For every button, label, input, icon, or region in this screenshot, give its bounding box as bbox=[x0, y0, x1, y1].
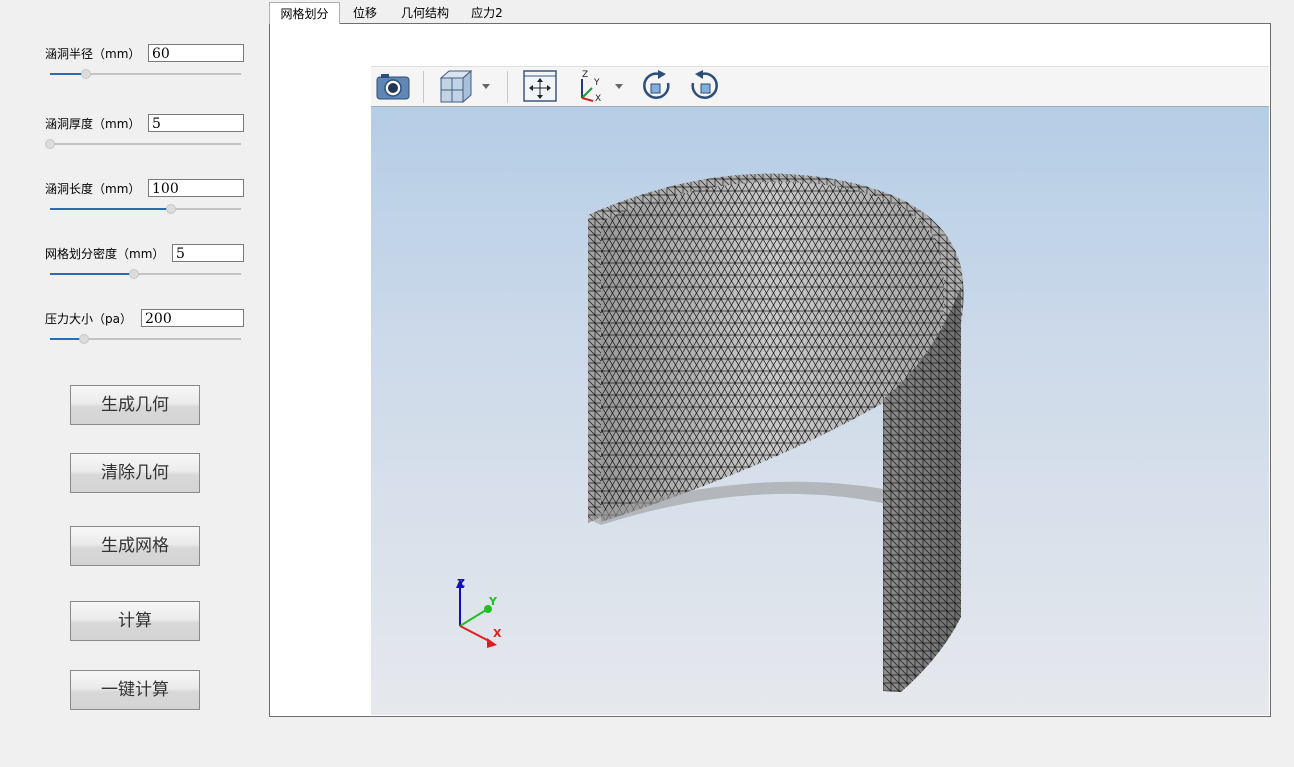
compute-button[interactable]: 计算 bbox=[70, 601, 200, 641]
radius-slider[interactable] bbox=[50, 69, 241, 79]
mesh-density-slider[interactable] bbox=[50, 269, 241, 279]
thickness-slider[interactable] bbox=[45, 139, 241, 149]
left-rim bbox=[588, 213, 601, 523]
mesh-density-slider-thumb[interactable] bbox=[129, 269, 139, 279]
thickness-slider-thumb[interactable] bbox=[45, 139, 55, 149]
pressure-input[interactable]: 200 bbox=[141, 309, 244, 327]
param-pressure-label: 压力大小（pa） bbox=[45, 312, 132, 326]
toolbar-separator bbox=[507, 71, 508, 103]
one-click-compute-button[interactable]: 一键计算 bbox=[70, 670, 200, 710]
axis-x-label: X bbox=[493, 627, 502, 640]
svg-text:Y: Y bbox=[593, 78, 600, 88]
tab-stress2[interactable]: 应力2 bbox=[465, 2, 509, 24]
viewer-toolbar: Z Y X bbox=[371, 66, 1269, 107]
mesh-density-input[interactable]: 5 bbox=[172, 244, 244, 262]
axis-triad: Z Y X bbox=[456, 577, 502, 648]
radius-slider-thumb[interactable] bbox=[81, 69, 91, 79]
param-mesh-density-label: 网格划分密度（mm） bbox=[45, 247, 165, 261]
3d-viewport[interactable]: Z Y X bbox=[371, 107, 1269, 715]
tab-geometry[interactable]: 几何结构 bbox=[393, 2, 457, 24]
svg-text:X: X bbox=[595, 94, 601, 104]
length-input[interactable]: 100 bbox=[148, 179, 244, 197]
tab-displacement[interactable]: 位移 bbox=[345, 2, 385, 24]
mesh-render: Z Y X bbox=[456, 173, 964, 692]
rotate-ccw-icon[interactable] bbox=[686, 69, 722, 106]
toolbar-separator bbox=[423, 71, 424, 103]
length-slider-thumb[interactable] bbox=[166, 204, 176, 214]
pressure-slider[interactable] bbox=[50, 334, 241, 344]
tab-mesh[interactable]: 网格划分 bbox=[269, 2, 340, 24]
length-slider-fill bbox=[50, 208, 171, 210]
axes-orientation-icon[interactable]: Z Y X bbox=[574, 68, 634, 107]
param-mesh-density: 网格划分密度（mm） 5 bbox=[0, 244, 260, 284]
param-thickness: 涵洞厚度（mm） 5 bbox=[0, 114, 260, 154]
param-radius-label: 涵洞半径（mm） bbox=[45, 47, 141, 61]
radius-input[interactable]: 60 bbox=[148, 44, 244, 62]
camera-icon[interactable] bbox=[375, 70, 411, 105]
rotate-cw-icon[interactable] bbox=[639, 69, 675, 106]
generate-geometry-button[interactable]: 生成几何 bbox=[70, 385, 200, 425]
fit-view-icon[interactable] bbox=[522, 69, 558, 106]
clear-geometry-button[interactable]: 清除几何 bbox=[70, 453, 200, 493]
length-slider[interactable] bbox=[50, 204, 241, 214]
param-radius: 涵洞半径（mm） 60 bbox=[0, 44, 260, 84]
param-pressure: 压力大小（pa） 200 bbox=[0, 309, 260, 349]
thickness-input[interactable]: 5 bbox=[148, 114, 244, 132]
axis-y-label: Y bbox=[488, 595, 498, 608]
axis-z-label: Z bbox=[457, 577, 465, 590]
generate-mesh-button[interactable]: 生成网格 bbox=[70, 526, 200, 566]
view-cube-icon[interactable] bbox=[437, 68, 497, 107]
pressure-slider-thumb[interactable] bbox=[79, 334, 89, 344]
param-length-label: 涵洞长度（mm） bbox=[45, 182, 141, 196]
param-length: 涵洞长度（mm） 100 bbox=[0, 179, 260, 219]
param-thickness-label: 涵洞厚度（mm） bbox=[45, 117, 141, 131]
mesh-density-slider-fill bbox=[50, 273, 134, 275]
svg-text:Z: Z bbox=[582, 70, 588, 80]
